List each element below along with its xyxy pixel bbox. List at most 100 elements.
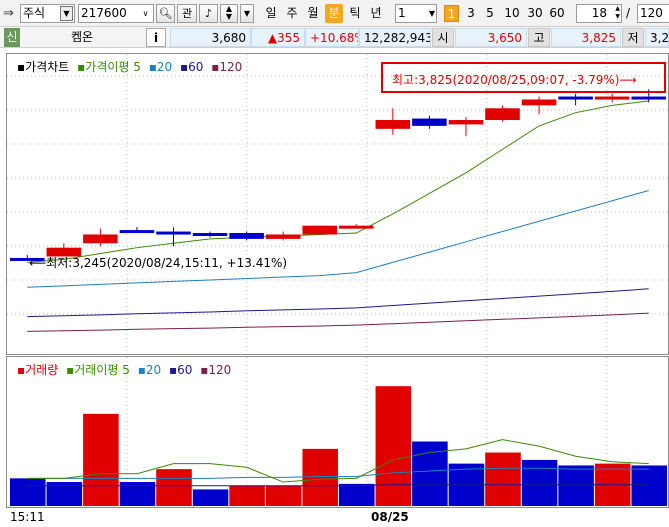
period-day-button[interactable]: 일 [262,4,280,23]
stock-name: 켐온 [22,28,142,47]
search-button[interactable]: 🔍︎ [156,4,175,23]
chevron-down-icon: ▼ [243,9,251,18]
total-input[interactable]: 120 [637,4,669,23]
candle-body [521,99,557,106]
up-down-button[interactable]: ▲ ▼ [220,4,238,23]
volume-bar [521,459,558,506]
interval-60-button[interactable]: 60 [547,5,567,22]
legend-volume: ▪거래량 [17,363,59,377]
info-button[interactable]: i [146,28,166,47]
volume-bar [485,452,521,506]
interval-3-button[interactable]: 3 [464,5,478,22]
open-label: 시 [432,28,454,47]
nav-arrow-icon[interactable]: ⇒ [3,6,14,21]
x-axis: 15:11 08/25 [0,508,669,527]
candle-body [485,108,520,121]
price-chart-svg [7,54,668,354]
candle-body [594,96,630,100]
volume-bar [192,489,229,506]
legend-vol-ma60: ▪60 [168,363,193,377]
volume-chart-svg [10,357,667,507]
candle-body [302,225,337,235]
price-chart-legend: ▪가격차트 ▪가격이평 5 ▪20 ▪60 ▪120 [17,58,246,75]
volume-bar [265,485,302,506]
related-button-label: 관 [181,7,193,20]
related-button[interactable]: 관 [177,4,197,23]
market-select[interactable]: 주식 ▼ [20,4,75,23]
x-axis-start-label: 15:11 [10,510,45,524]
volume-bar [156,469,192,506]
bell-button[interactable]: ♪ [199,4,218,23]
volume-bar [10,478,46,506]
ma120-line [27,312,649,332]
volume-chart-legend: ▪거래량 ▪거래이평 5 ▪20 ▪60 ▪120 [17,361,235,378]
legend-price-chart: ▪가격차트 [17,60,70,74]
volume-bar [83,413,119,506]
count-input[interactable]: 18 ▲ ▼ [576,4,622,23]
interval-1-button[interactable]: 1 [444,5,459,22]
high-annotation: 최고:3,825(2020/08/25,09:07, -3.79%)⟶ [392,73,637,87]
low-price: 3,245 [645,28,669,47]
toolbar: ⇒ 주식 ▼ 217600 ∨ 🔍︎ 관 ♪ ▲ ▼ ▼ 일 주 월 분 틱 년 … [0,0,669,27]
interval-select-value: 1 [398,6,406,20]
candle-body [448,120,484,125]
interval-select[interactable]: 1 ▼ [395,4,437,23]
search-icon: 🔍︎ [158,7,173,20]
count-separator: / [626,6,631,20]
period-week-button[interactable]: 주 [283,4,301,23]
price-change: ▲355 [251,28,305,47]
chevron-down-icon: ▼ [60,6,73,21]
volume-bar [339,483,375,506]
period-minute-button[interactable]: 분 [325,4,343,23]
count-value: 18 [591,6,607,20]
candle-body [119,230,155,234]
period-tick-button[interactable]: 틱 [346,4,364,23]
legend-ma120: ▪120 [211,60,243,74]
ma20-line [27,189,649,288]
candle-body [339,225,374,229]
chevron-down-icon: ▼ [428,9,435,18]
candle-body [631,96,666,100]
candle-body [83,234,118,244]
up-down-icon: ▲ ▼ [225,4,233,21]
price-chart-panel[interactable]: ▪가격차트 ▪가격이평 5 ▪20 ▪60 ▪120 최고:3,825(2020… [6,53,669,355]
candle-body [156,231,191,235]
candle-body [558,96,593,100]
legend-vol-ma120: ▪120 [200,363,232,377]
x-axis-date-label: 08/25 [371,510,409,524]
dropdown-button[interactable]: ▼ [240,4,254,23]
candle-body [265,234,301,239]
candle-body [412,118,447,126]
candle-body [375,120,411,129]
interval-5-button[interactable]: 5 [483,5,497,22]
legend-ma20: ▪20 [148,60,173,74]
period-year-button[interactable]: 년 [367,4,385,23]
interval-10-button[interactable]: 10 [502,5,522,22]
legend-ma60: ▪60 [179,60,204,74]
legend-vol-ma20: ▪20 [137,363,162,377]
interval-30-button[interactable]: 30 [525,5,545,22]
volume-bar [631,465,667,506]
ma60-line [27,288,649,318]
stock-code-input[interactable]: 217600 ∨ [78,4,154,23]
ma5-line [27,100,649,263]
volume-bar [558,465,594,506]
high-price: 3,825 [551,28,621,47]
volume-bar [375,386,412,506]
chevron-down-icon: ∨ [142,9,149,18]
candle-body [192,233,228,237]
volume-bar [229,485,265,506]
price-change-pct: +10.68% [305,28,359,47]
candle-body [229,233,264,239]
high-label: 고 [528,28,550,47]
volume-chart-panel[interactable]: ▪거래량 ▪거래이평 5 ▪20 ▪60 ▪120 [6,356,669,508]
bell-icon: ♪ [204,7,213,20]
volume-bar [302,448,338,506]
spin-icon: ▲ ▼ [615,5,620,20]
low-annotation: ⟵최저:3,245(2020/08/24,15:11, +13.41%) [29,256,288,270]
period-month-button[interactable]: 월 [304,4,322,23]
legend-vol-ma5: ▪거래이평 5 [66,363,130,377]
stock-code-value: 217600 [81,6,127,20]
market-select-value: 주식 [23,6,46,20]
current-price: 3,680 [170,28,251,47]
